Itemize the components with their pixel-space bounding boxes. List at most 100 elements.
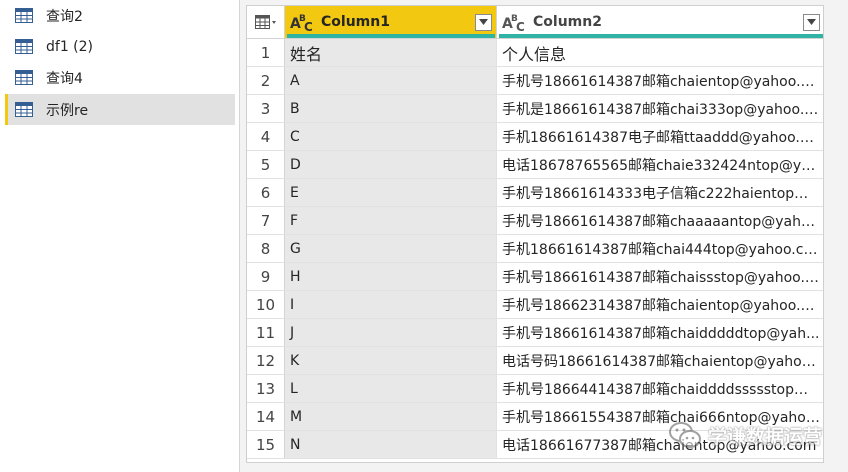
cell-column1[interactable]: B bbox=[285, 95, 497, 122]
table-row: 7 F 手机号18661614387邮箱chaaaaantop@yaho... bbox=[247, 207, 823, 235]
column-quality-bar bbox=[287, 34, 495, 38]
cell-text: 个人信息 bbox=[502, 44, 567, 64]
cell-column1[interactable]: M bbox=[285, 403, 497, 430]
cell-text: 手机号18661614387邮箱chaientop@yahoo.c... bbox=[502, 73, 820, 90]
grid-header: A B C Column1 A B C Column2 bbox=[247, 6, 823, 39]
cell-text: 手机号18661614333电子信箱c222haientop@... bbox=[502, 185, 820, 202]
cell-column1[interactable]: J bbox=[285, 319, 497, 346]
cell-column2[interactable]: 个人信息 bbox=[497, 39, 823, 66]
cell-column1[interactable]: A bbox=[285, 67, 497, 94]
cell-text: 电话18678765565邮箱chaie332424ntop@yah... bbox=[502, 157, 820, 174]
table-row: 8 G 手机18661614387邮箱chai444top@yahoo.com bbox=[247, 235, 823, 263]
table-icon bbox=[15, 70, 33, 85]
cell-text: 手机号18661614387邮箱chaaaaantop@yaho... bbox=[502, 213, 820, 230]
data-preview-area: A B C Column1 A B C Column2 1 姓名 个人信息 2 … bbox=[240, 0, 848, 472]
column-filter-button[interactable] bbox=[803, 13, 820, 31]
cell-text: 手机号18661614387邮箱chaissstop@yahoo.c... bbox=[502, 269, 820, 286]
row-number[interactable]: 3 bbox=[247, 95, 285, 122]
table-menu-icon bbox=[254, 14, 276, 29]
table-row: 5 D 电话18678765565邮箱chaie332424ntop@yah... bbox=[247, 151, 823, 179]
row-number[interactable]: 4 bbox=[247, 123, 285, 150]
table-icon bbox=[15, 8, 33, 23]
query-item-df1-2[interactable]: df1 (2) bbox=[5, 31, 235, 62]
cell-text: 电话18661677387邮箱chaientop@yahoo.com bbox=[502, 437, 817, 454]
cell-column2[interactable]: 手机号18661614333电子信箱c222haientop@... bbox=[497, 179, 823, 206]
cell-column2[interactable]: 手机18661614387邮箱chai444top@yahoo.com bbox=[497, 235, 823, 262]
column-title: Column2 bbox=[533, 14, 602, 30]
cell-text: 手机号18662314387邮箱chaientop@yahoo.c... bbox=[502, 297, 820, 314]
cell-text: 手机是18661614387邮箱chai333op@yahoo.co... bbox=[502, 101, 820, 118]
row-number[interactable]: 6 bbox=[247, 179, 285, 206]
cell-column2[interactable]: 手机号18661614387邮箱chaientop@yahoo.c... bbox=[497, 67, 823, 94]
table-row: 1 姓名 个人信息 bbox=[247, 39, 823, 67]
row-number[interactable]: 2 bbox=[247, 67, 285, 94]
grid-rows: 1 姓名 个人信息 2 A 手机号18661614387邮箱chaientop@yahoo… bbox=[247, 39, 823, 459]
table-icon bbox=[15, 39, 33, 54]
svg-text:C: C bbox=[304, 20, 313, 33]
cell-column1[interactable]: H bbox=[285, 263, 497, 290]
row-number[interactable]: 1 bbox=[247, 39, 285, 66]
cell-column1[interactable]: E bbox=[285, 179, 497, 206]
table-row: 10 I 手机号18662314387邮箱chaientop@yahoo.c... bbox=[247, 291, 823, 319]
row-number[interactable]: 10 bbox=[247, 291, 285, 318]
cell-column1[interactable]: F bbox=[285, 207, 497, 234]
query-item-query4[interactable]: 查询4 bbox=[5, 62, 235, 93]
cell-column2[interactable]: 电话号码18661614387邮箱chaientop@yahoo... bbox=[497, 347, 823, 374]
column-title: Column1 bbox=[321, 14, 390, 30]
row-number[interactable]: 13 bbox=[247, 375, 285, 402]
chevron-down-icon bbox=[479, 19, 488, 25]
cell-column2[interactable]: 电话18678765565邮箱chaie332424ntop@yah... bbox=[497, 151, 823, 178]
table-icon bbox=[15, 102, 33, 117]
cell-text: 手机号18661554387邮箱chai666ntop@yahoo... bbox=[502, 409, 820, 426]
query-label: df1 (2) bbox=[46, 38, 94, 55]
row-number[interactable]: 9 bbox=[247, 263, 285, 290]
cell-column1[interactable]: C bbox=[285, 123, 497, 150]
cell-column1[interactable]: 姓名 bbox=[285, 39, 497, 66]
cell-column1[interactable]: D bbox=[285, 151, 497, 178]
column-filter-button[interactable] bbox=[475, 13, 492, 31]
cell-column2[interactable]: 手机号18661554387邮箱chai666ntop@yahoo... bbox=[497, 403, 823, 430]
table-row: 6 E 手机号18661614333电子信箱c222haientop@... bbox=[247, 179, 823, 207]
cell-column2[interactable]: 手机号18661614387邮箱chaidddddtop@yah... bbox=[497, 319, 823, 346]
query-label: 示例re bbox=[46, 102, 89, 119]
row-number[interactable]: 14 bbox=[247, 403, 285, 430]
cell-column2[interactable]: 手机号18662314387邮箱chaientop@yahoo.c... bbox=[497, 291, 823, 318]
cell-column2[interactable]: 手机是18661614387邮箱chai333op@yahoo.co... bbox=[497, 95, 823, 122]
power-query-editor: 查询2 df1 (2) 查询4 示例re A B C Column1 A B C… bbox=[0, 0, 848, 472]
row-number[interactable]: 8 bbox=[247, 235, 285, 262]
cell-text: 手机18661614387邮箱chai444top@yahoo.com bbox=[502, 241, 820, 258]
cell-column1[interactable]: L bbox=[285, 375, 497, 402]
table-row: 11 J 手机号18661614387邮箱chaidddddtop@yah... bbox=[247, 319, 823, 347]
row-number[interactable]: 12 bbox=[247, 347, 285, 374]
cell-column1[interactable]: K bbox=[285, 347, 497, 374]
cell-column1[interactable]: I bbox=[285, 291, 497, 318]
chevron-down-icon bbox=[807, 19, 816, 25]
svg-text:C: C bbox=[516, 20, 525, 33]
abc-type-icon: A B C bbox=[290, 14, 313, 33]
table-row: 15 N 电话18661677387邮箱chaientop@yahoo.com bbox=[247, 431, 823, 459]
column-quality-bar bbox=[499, 34, 823, 38]
row-number[interactable]: 7 bbox=[247, 207, 285, 234]
cell-column2[interactable]: 电话18661677387邮箱chaientop@yahoo.com bbox=[497, 431, 823, 458]
abc-type-icon: A B C bbox=[502, 14, 525, 33]
query-label: 查询4 bbox=[46, 70, 83, 87]
row-number[interactable]: 15 bbox=[247, 431, 285, 458]
cell-column2[interactable]: 手机号18661614387邮箱chaaaaantop@yaho... bbox=[497, 207, 823, 234]
row-number[interactable]: 5 bbox=[247, 151, 285, 178]
query-item-query2[interactable]: 查询2 bbox=[5, 0, 235, 31]
cell-text: 手机18661614387电子邮箱ttaaddd@yahoo.c... bbox=[502, 129, 820, 146]
table-menu-button[interactable] bbox=[247, 6, 285, 38]
cell-column2[interactable]: 手机号18661614387邮箱chaissstop@yahoo.c... bbox=[497, 263, 823, 290]
query-item-example-re[interactable]: 示例re bbox=[5, 94, 235, 125]
cell-column1[interactable]: G bbox=[285, 235, 497, 262]
cell-column2[interactable]: 手机18661614387电子邮箱ttaaddd@yahoo.c... bbox=[497, 123, 823, 150]
vertical-scrollbar[interactable] bbox=[830, 5, 844, 463]
row-number[interactable]: 11 bbox=[247, 319, 285, 346]
table-row: 2 A 手机号18661614387邮箱chaientop@yahoo.c... bbox=[247, 67, 823, 95]
cell-column2[interactable]: 手机号18664414387邮箱chaiddddssssstop@y... bbox=[497, 375, 823, 402]
table-row: 4 C 手机18661614387电子邮箱ttaaddd@yahoo.c... bbox=[247, 123, 823, 151]
queries-pane: 查询2 df1 (2) 查询4 示例re bbox=[0, 0, 240, 472]
table-row: 14 M 手机号18661554387邮箱chai666ntop@yahoo... bbox=[247, 403, 823, 431]
cell-column1[interactable]: N bbox=[285, 431, 497, 458]
table-row: 12 K 电话号码18661614387邮箱chaientop@yahoo... bbox=[247, 347, 823, 375]
